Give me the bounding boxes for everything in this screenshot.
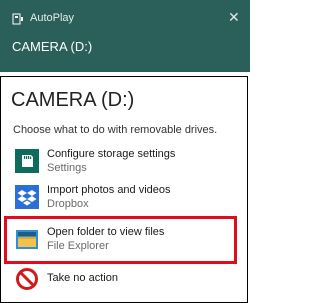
toast-app-name: AutoPlay: [30, 12, 75, 24]
storage-card-icon: [15, 149, 39, 173]
autoplay-panel: CAMERA (D:) Choose what to do with remov…: [0, 76, 248, 303]
close-icon[interactable]: ✕: [228, 9, 240, 26]
dropbox-icon: [15, 185, 39, 209]
option-title: Configure storage settings: [47, 148, 176, 160]
autoplay-toast[interactable]: AutoPlay ✕ CAMERA (D:): [0, 0, 250, 72]
option-title: Open folder to view files: [47, 226, 165, 238]
option-title: Take no action: [47, 272, 118, 284]
option-open-folder[interactable]: Open folder to view files File Explorer: [9, 223, 241, 259]
option-configure-storage[interactable]: Configure storage settings Settings: [9, 145, 241, 181]
option-subtitle: Dropbox: [47, 198, 89, 210]
panel-title: CAMERA (D:): [11, 89, 135, 111]
option-title: Import photos and videos: [47, 184, 171, 196]
option-import-photos[interactable]: Import photos and videos Dropbox: [9, 181, 241, 217]
panel-subtitle: Choose what to do with removable drives.: [13, 124, 218, 136]
option-subtitle: File Explorer: [47, 240, 109, 252]
option-take-no-action[interactable]: Take no action: [9, 263, 241, 299]
option-subtitle: Settings: [47, 162, 87, 174]
folder-icon: [16, 230, 38, 249]
autoplay-icon: [12, 13, 23, 25]
toast-drive-title: CAMERA (D:): [12, 39, 93, 54]
no-action-icon: [16, 268, 38, 290]
